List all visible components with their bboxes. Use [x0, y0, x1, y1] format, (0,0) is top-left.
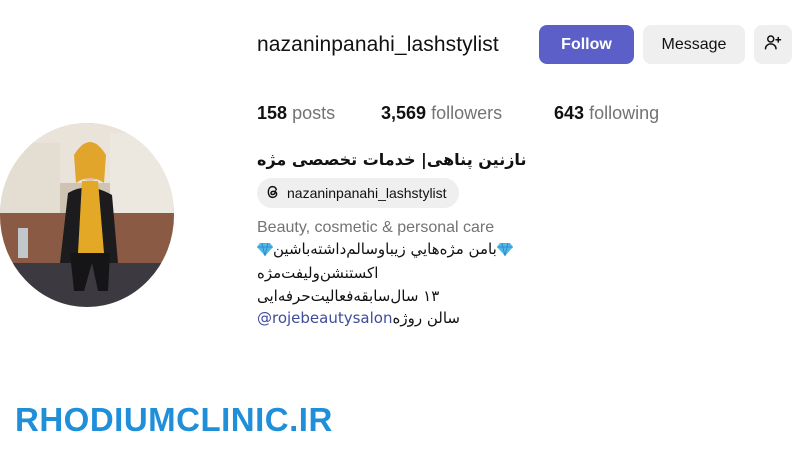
bio-line-4: سالن روژه@rojebeautysalon: [257, 309, 460, 327]
profile-avatar[interactable]: [0, 123, 174, 307]
salon-mention-link[interactable]: @rojebeautysalon: [257, 309, 392, 327]
posts-label: posts: [292, 103, 336, 123]
bio-text-3: ۱۳ سال‌سابقه‌فعالیت‌حرفه‌ایی: [257, 287, 440, 305]
following-stat[interactable]: 643 following: [554, 103, 659, 124]
profile-full-name: نازنین پناهی| خدمات تخصصی مژه: [257, 150, 527, 169]
gem-icon: [257, 240, 273, 258]
threads-handle: nazaninpanahi_lashstylist: [287, 185, 447, 201]
gem-icon: [496, 240, 513, 258]
following-count: 643: [554, 103, 585, 123]
followers-stat[interactable]: 3,569 followers: [381, 103, 502, 124]
bio-line-3: ۱۳ سال‌سابقه‌فعالیت‌حرفه‌ایی: [257, 287, 439, 305]
posts-stat: 158 posts: [257, 103, 335, 124]
threads-icon: [265, 184, 281, 203]
profile-category: Beauty, cosmetic & personal care: [257, 219, 495, 236]
bio-text-4: سالن روژه: [392, 309, 460, 327]
bio-text-2: اکستنشن‌ولیفت‌مژه: [257, 264, 379, 282]
person-add-icon: [764, 33, 782, 56]
bio-line-2: اکستنشن‌ولیفت‌مژه: [257, 264, 378, 282]
posts-count: 158: [257, 103, 288, 123]
bio-line-1: بامن مژه‌هايي زيباوسالم‌داشته‌باشين: [257, 240, 513, 258]
watermark-text: RHODIUMCLINIC.IR: [15, 401, 333, 438]
following-label: following: [589, 103, 660, 123]
message-button[interactable]: Message: [643, 25, 745, 64]
profile-username: nazaninpanahi_lashstylist: [257, 33, 499, 56]
followers-label: followers: [431, 103, 503, 123]
suggested-users-button[interactable]: [754, 25, 792, 64]
followers-count: 3,569: [381, 103, 427, 123]
follow-button[interactable]: Follow: [539, 25, 634, 64]
bio-text-1: بامن مژه‌هايي زيباوسالم‌داشته‌باشين: [273, 240, 497, 258]
threads-link[interactable]: nazaninpanahi_lashstylist: [257, 178, 459, 208]
